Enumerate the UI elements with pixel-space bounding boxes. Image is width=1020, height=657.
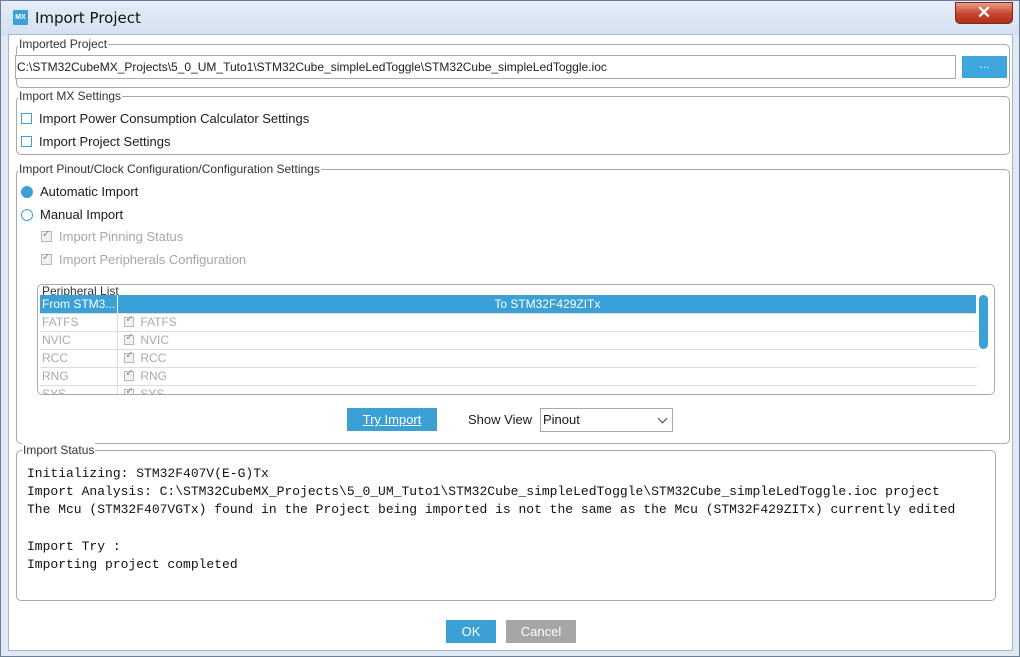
import-pinning-status-row[interactable]: Import Pinning Status bbox=[41, 229, 183, 244]
manual-import-label: Manual Import bbox=[40, 207, 124, 222]
from-cell: SYS bbox=[40, 385, 118, 394]
project-path-field[interactable]: C:\STM32CubeMX_Projects\5_0_UM_Tuto1\STM… bbox=[15, 55, 956, 79]
dialog-title: Import Project bbox=[35, 9, 141, 27]
close-button[interactable]: ✕ bbox=[955, 2, 1013, 24]
show-view-label: Show View bbox=[468, 412, 533, 427]
power-consumption-checkbox[interactable] bbox=[21, 113, 32, 124]
table-row[interactable]: RCC RCC bbox=[40, 349, 977, 368]
peripheral-checkbox[interactable] bbox=[124, 386, 135, 394]
peripheral-table: From STM3... To STM32F429ZITx FATFS FATF… bbox=[40, 295, 978, 395]
status-line: Import Try : bbox=[27, 538, 121, 554]
to-cell: NVIC bbox=[140, 333, 170, 347]
peripheral-table-header: From STM3... To STM32F429ZITx bbox=[40, 295, 978, 314]
column-header-from[interactable]: From STM3... bbox=[40, 295, 119, 314]
status-line: Initializing: STM32F407V(E-G)Tx bbox=[27, 466, 269, 481]
status-line: The Mcu (STM32F407VGTx) found in the Pro… bbox=[27, 502, 956, 518]
automatic-import-label: Automatic Import bbox=[40, 184, 139, 199]
show-view-select[interactable]: Pinout bbox=[540, 408, 673, 432]
power-consumption-checkbox-row[interactable]: Import Power Consumption Calculator Sett… bbox=[21, 111, 309, 126]
table-row[interactable]: RNG RNG bbox=[40, 367, 977, 386]
column-header-to[interactable]: To STM32F429ZITx bbox=[117, 295, 978, 314]
title-bar[interactable]: MX Import Project ✕ bbox=[1, 1, 1019, 35]
project-settings-label: Import Project Settings bbox=[39, 134, 171, 149]
table-row[interactable]: NVIC NVIC bbox=[40, 331, 977, 350]
peripheral-checkbox[interactable] bbox=[124, 350, 135, 363]
from-cell: NVIC bbox=[40, 331, 118, 350]
manual-import-radio[interactable] bbox=[21, 208, 33, 221]
manual-import-option[interactable]: Manual Import bbox=[21, 207, 123, 222]
peripheral-checkbox[interactable] bbox=[124, 314, 135, 327]
import-status-group: Import Status Initializing: STM32F407V(E… bbox=[16, 443, 996, 601]
dialog-body: Imported Project C:\STM32CubeMX_Projects… bbox=[8, 34, 1013, 651]
import-pinning-status-label: Import Pinning Status bbox=[59, 229, 184, 244]
import-project-dialog: MX Import Project ✕ Imported Project C:\… bbox=[0, 0, 1020, 657]
power-consumption-label: Import Power Consumption Calculator Sett… bbox=[39, 111, 310, 126]
mx-settings-legend: Import MX Settings bbox=[18, 89, 123, 103]
mx-settings-group: Import MX Settings Import Power Consumpt… bbox=[16, 89, 1010, 155]
to-cell: RCC bbox=[140, 351, 167, 365]
import-pinning-status-checkbox[interactable] bbox=[41, 229, 52, 242]
peripheral-checkbox[interactable] bbox=[124, 332, 135, 345]
import-status-log: Initializing: STM32F407V(E-G)Tx Import An… bbox=[27, 465, 955, 574]
peripheral-checkbox[interactable] bbox=[124, 368, 135, 381]
table-row[interactable]: SYS SYS bbox=[40, 385, 977, 395]
show-view-value: Pinout bbox=[543, 412, 580, 427]
automatic-import-radio[interactable] bbox=[21, 185, 33, 198]
to-cell: RNG bbox=[140, 369, 168, 383]
mx-app-icon: MX bbox=[13, 10, 28, 25]
browse-button[interactable]: ... bbox=[962, 56, 1007, 78]
peripheral-list-scrollbar[interactable] bbox=[979, 295, 988, 349]
to-cell: SYS bbox=[140, 387, 165, 395]
import-peripherals-config-checkbox[interactable] bbox=[41, 252, 52, 265]
project-settings-checkbox-row[interactable]: Import Project Settings bbox=[21, 134, 171, 149]
to-cell: FATFS bbox=[140, 315, 177, 329]
status-line: Importing project completed bbox=[27, 557, 238, 573]
imported-project-legend: Imported Project bbox=[18, 37, 109, 51]
status-line: Import Analysis: C:\STM32CubeMX_Projects… bbox=[27, 484, 940, 500]
from-cell: FATFS bbox=[40, 313, 118, 332]
ok-button[interactable]: OK bbox=[446, 620, 496, 643]
imported-project-group: Imported Project C:\STM32CubeMX_Projects… bbox=[15, 37, 1010, 88]
chevron-down-icon bbox=[657, 413, 668, 424]
pinout-clock-legend: Import Pinout/Clock Configuration/Config… bbox=[18, 162, 321, 176]
table-row[interactable]: FATFS FATFS bbox=[40, 313, 977, 332]
status-line bbox=[27, 520, 955, 538]
project-settings-checkbox[interactable] bbox=[21, 136, 32, 147]
import-peripherals-config-label: Import Peripherals Configuration bbox=[59, 252, 247, 267]
pinout-clock-group: Import Pinout/Clock Configuration/Config… bbox=[16, 162, 1010, 444]
import-status-legend: Import Status bbox=[22, 443, 96, 457]
cancel-button[interactable]: Cancel bbox=[506, 620, 576, 643]
automatic-import-option[interactable]: Automatic Import bbox=[21, 184, 138, 199]
try-import-button[interactable]: Try Import bbox=[347, 408, 437, 431]
from-cell: RNG bbox=[40, 367, 118, 386]
from-cell: RCC bbox=[40, 349, 118, 368]
peripheral-list-group: Peripheral List From STM3... To STM32F42… bbox=[37, 284, 995, 395]
import-peripherals-config-row[interactable]: Import Peripherals Configuration bbox=[41, 252, 246, 267]
